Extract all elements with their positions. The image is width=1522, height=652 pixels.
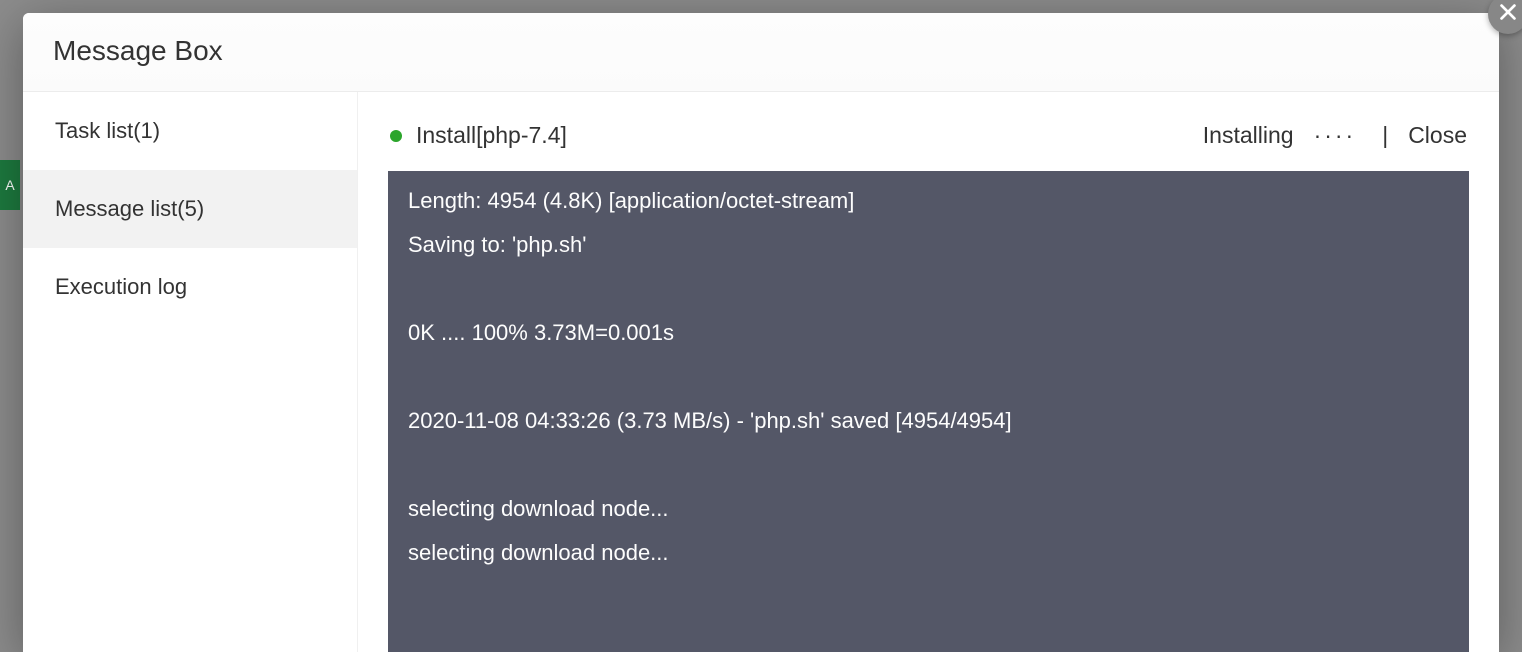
console-line: selecting download node...: [408, 487, 1449, 531]
task-title: Install[php-7.4]: [416, 122, 567, 149]
close-icon: [1497, 1, 1519, 28]
console-line: selecting download node...: [408, 531, 1449, 575]
separator: |: [1376, 122, 1394, 149]
dialog-body: Task list(1) Message list(5) Execution l…: [23, 92, 1499, 652]
console-wrap: Length: 4954 (4.8K) [application/octet-s…: [388, 171, 1469, 652]
sidebar-item-execution-log[interactable]: Execution log: [23, 248, 357, 326]
main-panel: Install[php-7.4] Installing ···· | Close…: [358, 92, 1499, 652]
sidebar-item-task-list[interactable]: Task list(1): [23, 92, 357, 170]
dialog-title: Message Box: [53, 35, 1469, 67]
sidebar-item-message-list[interactable]: Message list(5): [23, 170, 357, 248]
console-line: 0K .... 100% 3.73M=0.001s: [408, 311, 1449, 355]
console-line: 2020-11-08 04:33:26 (3.73 MB/s) - 'php.s…: [408, 399, 1449, 443]
console-line: Length: 4954 (4.8K) [application/octet-s…: [408, 179, 1449, 223]
console-line: Saving to: 'php.sh': [408, 223, 1449, 267]
background-nav-fragment: A: [0, 160, 20, 210]
console-line: [408, 443, 1449, 487]
console-line: [408, 355, 1449, 399]
task-header: Install[php-7.4] Installing ···· | Close: [388, 122, 1469, 171]
status-dot-icon: [390, 130, 402, 142]
console-output[interactable]: Length: 4954 (4.8K) [application/octet-s…: [388, 171, 1469, 652]
task-status-label: Installing: [1203, 122, 1294, 149]
console-line: [408, 267, 1449, 311]
message-box-dialog: Message Box Task list(1) Message list(5)…: [23, 13, 1499, 652]
close-task-button[interactable]: Close: [1408, 122, 1467, 149]
sidebar: Task list(1) Message list(5) Execution l…: [23, 92, 358, 652]
dialog-header: Message Box: [23, 13, 1499, 92]
progress-dots-icon: ····: [1308, 122, 1363, 149]
